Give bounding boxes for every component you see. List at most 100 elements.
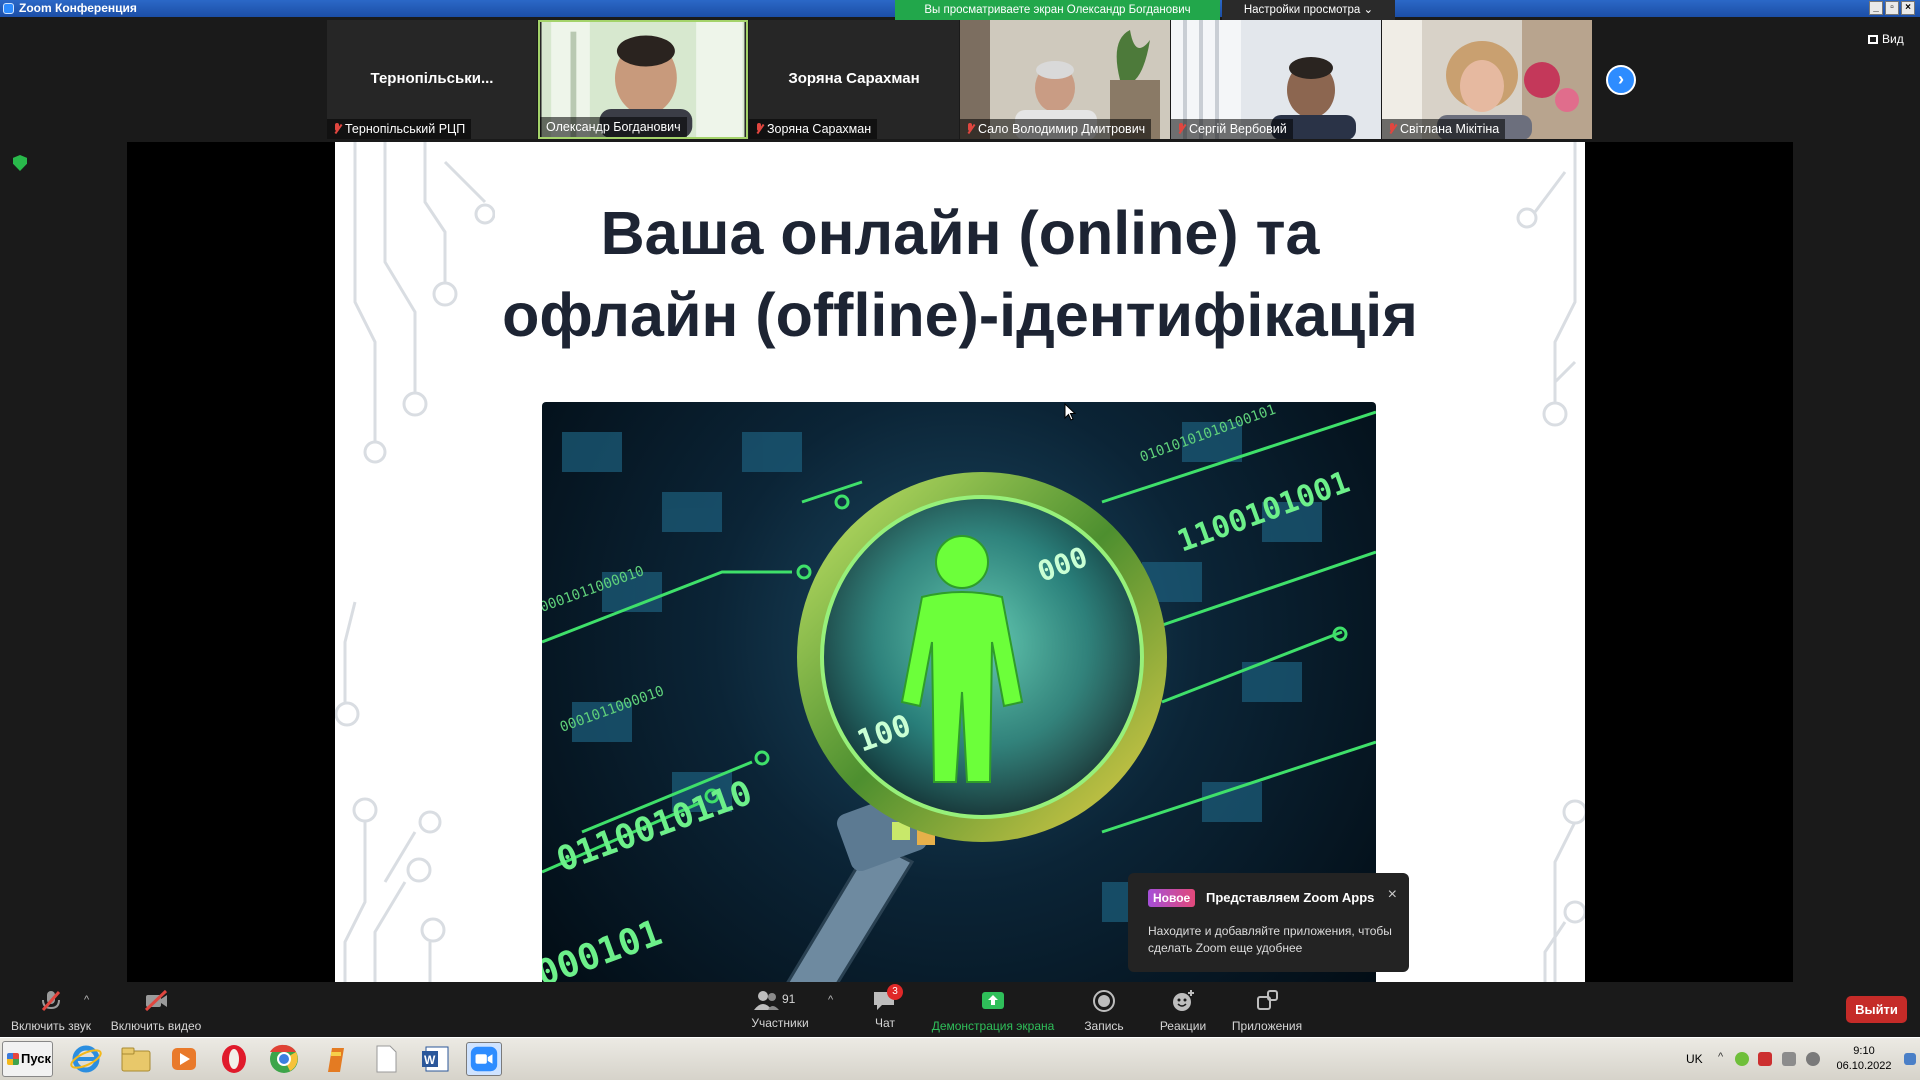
participant-gallery: Тернопільськи... Тернопільський РЦП Олек… [327, 20, 1592, 140]
participant-tile-active-speaker[interactable]: Олександр Богданович [538, 20, 748, 139]
system-clock[interactable]: 9:10 06.10.2022 [1826, 1044, 1902, 1074]
participants-icon-group: 91 [752, 988, 808, 1014]
slide-title: Ваша онлайн (online) та офлайн (offline)… [335, 192, 1585, 356]
participant-center-name: Зоряна Сарахман [788, 70, 920, 87]
mic-muted-icon [41, 991, 61, 1011]
start-video-button[interactable]: Включить видео [108, 988, 204, 1033]
participant-center-name: Тернопільськи... [370, 70, 494, 87]
participant-name-bar: Сало Володимир Дмитрович [960, 119, 1152, 139]
tray-flag-icon[interactable] [1758, 1052, 1772, 1066]
participant-tile[interactable]: Світлана Мікітіна [1382, 20, 1592, 139]
binary-text: 1100101001 [1173, 465, 1355, 560]
apps-icon [1257, 990, 1278, 1010]
maximize-button[interactable]: ▫ [1885, 1, 1899, 15]
next-page-chevron-icon[interactable]: › [1606, 65, 1636, 95]
participant-tile[interactable]: Тернопільськи... Тернопільський РЦП [327, 20, 537, 139]
view-button[interactable]: Вид [1868, 32, 1904, 46]
mic-muted-icon [333, 123, 341, 135]
mic-muted-icon [755, 123, 763, 135]
zoom-taskbar-icon[interactable] [466, 1042, 502, 1076]
mouse-cursor-icon [1064, 403, 1076, 421]
participant-name-bar: Зоряна Сарахман [749, 119, 878, 139]
popup-close-icon[interactable]: × [1388, 886, 1397, 904]
chrome-browser-icon[interactable] [266, 1042, 302, 1076]
participants-button[interactable]: 91 Участники [748, 988, 812, 1030]
view-label: Вид [1882, 32, 1904, 46]
participants-icon [754, 991, 779, 1010]
binary-text: 000101 [542, 912, 667, 982]
start-button[interactable]: Пуск [2, 1041, 53, 1077]
tray-app-icon[interactable] [1735, 1052, 1749, 1066]
shared-screen: Ваша онлайн (online) та офлайн (offline)… [127, 142, 1793, 982]
reactions-smiley-icon [1173, 990, 1194, 1011]
participant-tile[interactable]: Сергій Вербовий [1171, 20, 1381, 139]
reactions-button[interactable]: Реакции [1152, 988, 1214, 1033]
unmute-label: Включить звук [10, 1019, 92, 1033]
participant-name: Сало Володимир Дмитрович [978, 122, 1146, 136]
word-app-icon[interactable]: W [418, 1042, 454, 1076]
record-label: Запись [1084, 1019, 1124, 1033]
blank-document-icon[interactable] [368, 1042, 404, 1076]
reactions-label: Реакции [1159, 1019, 1207, 1033]
share-screen-label: Демонстрация экрана [931, 1019, 1055, 1033]
participant-tile[interactable]: Зоряна Сарахман Зоряна Сарахман [749, 20, 959, 139]
mic-muted-icon [1177, 123, 1185, 135]
svg-text:W: W [424, 1053, 436, 1067]
record-icon [1093, 990, 1115, 1012]
meeting-toolbar: Включить звук ^ Включить видео 91 Участн… [0, 982, 1920, 1037]
zoom-window: Zoom Конференция _ ▫ × Вы просматриваете… [0, 0, 1920, 1080]
record-button[interactable]: Запись [1074, 988, 1134, 1033]
participant-name-bar: Сергій Вербовий [1171, 119, 1293, 139]
show-desktop-icon[interactable] [1904, 1053, 1916, 1065]
apps-button[interactable]: Приложения [1226, 988, 1308, 1033]
windows-taskbar: Пуск W UK ^ 9:10 06.10.2022 [0, 1037, 1920, 1080]
presentation-slide: Ваша онлайн (online) та офлайн (offline)… [335, 142, 1585, 982]
audio-options-caret[interactable]: ^ [84, 994, 89, 1006]
file-explorer-icon[interactable] [118, 1042, 154, 1076]
chat-icon-wrap: 3 [871, 984, 903, 1014]
participant-name: Олександр Богданович [546, 120, 681, 134]
mic-muted-icon [966, 123, 974, 135]
zoom-apps-popup: Новое Представляем Zoom Apps × Находите … [1128, 873, 1409, 972]
apps-label: Приложения [1231, 1019, 1303, 1033]
participants-label: Участники [751, 1016, 809, 1030]
zoom-app-icon [3, 3, 14, 14]
screen-share-banner: Вы просматриваете экран Олександр Богдан… [895, 0, 1220, 20]
show-hidden-icons-caret[interactable]: ^ [1718, 1051, 1723, 1063]
participant-name-bar: Тернопільський РЦП [327, 119, 472, 139]
mic-muted-icon [1388, 123, 1396, 135]
participant-name: Світлана Мікітіна [1400, 122, 1500, 136]
popup-title: Представляем Zoom Apps [1206, 890, 1375, 905]
share-screen-button[interactable]: Демонстрация экрана [928, 988, 1058, 1033]
view-options-dropdown[interactable]: Настройки просмотра ⌄ [1222, 0, 1395, 20]
chat-button[interactable]: 3 Чат [860, 984, 910, 1030]
participant-tile[interactable]: Сало Володимир Дмитрович [960, 20, 1170, 139]
participants-caret[interactable]: ^ [828, 994, 833, 1006]
participants-count: 91 [782, 992, 796, 1006]
opera-browser-icon[interactable] [216, 1042, 252, 1076]
close-window-button[interactable]: × [1901, 1, 1915, 15]
clock-time: 9:10 [1853, 1045, 1875, 1057]
internet-explorer-icon[interactable] [68, 1042, 104, 1076]
media-player-icon[interactable] [166, 1042, 202, 1076]
gallery-view-icon [1868, 34, 1878, 44]
paint-app-icon[interactable] [318, 1042, 354, 1076]
chat-unread-badge: 3 [887, 984, 903, 1000]
minimize-button[interactable]: _ [1869, 1, 1883, 15]
participant-name-bar: Олександр Богданович [540, 117, 687, 137]
share-screen-icon [982, 992, 1004, 1009]
tray-network-icon[interactable] [1782, 1052, 1796, 1066]
participant-name: Сергій Вербовий [1189, 122, 1287, 136]
popup-text: Находите и добавляйте приложения, чтобы … [1148, 924, 1392, 955]
window-title: Zoom Конференция [19, 1, 137, 15]
unmute-button[interactable]: Включить звук [8, 988, 94, 1033]
slide-title-line-1: Ваша онлайн (online) та [600, 199, 1320, 267]
encryption-shield-icon[interactable] [13, 155, 27, 171]
keyboard-language-indicator[interactable]: UK [1686, 1052, 1703, 1066]
video-off-icon [144, 989, 168, 1012]
leave-meeting-button[interactable]: Выйти [1846, 996, 1907, 1023]
participant-name-bar: Світлана Мікітіна [1382, 119, 1506, 139]
binary-text: 0110010110 [551, 773, 757, 881]
participant-name: Тернопільський РЦП [345, 122, 466, 136]
tray-volume-icon[interactable] [1806, 1052, 1820, 1066]
